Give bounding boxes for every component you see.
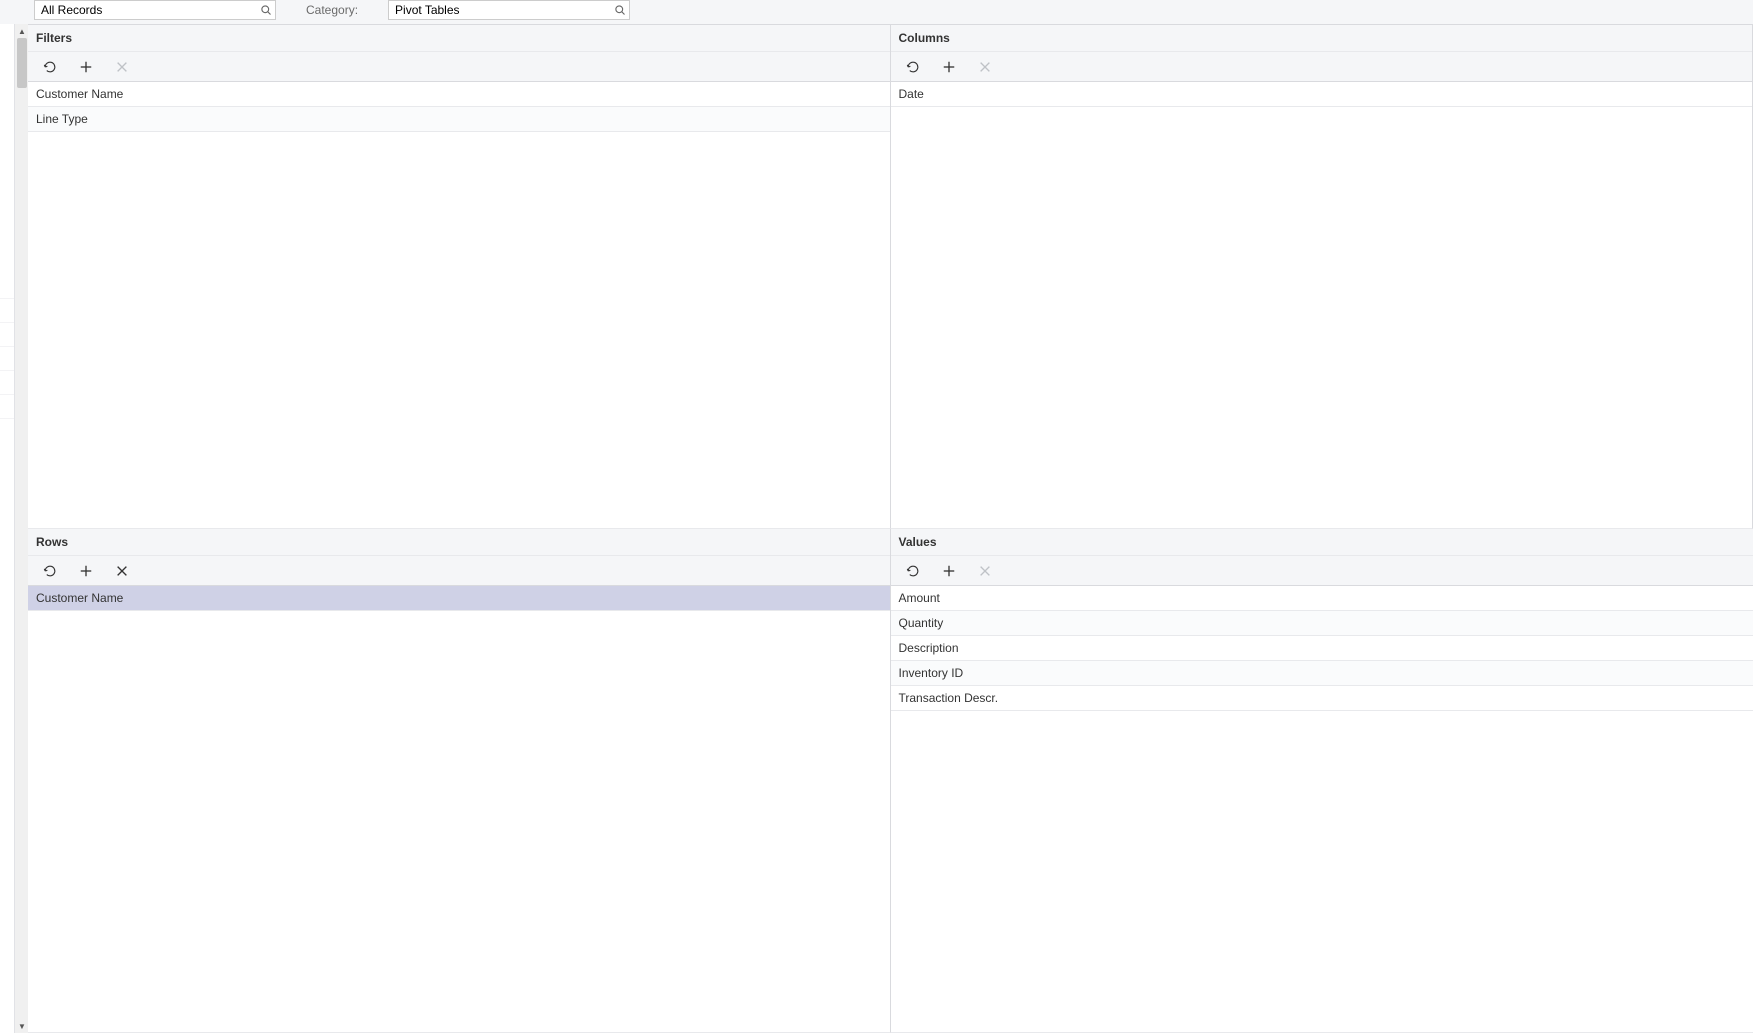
- delete-icon: [977, 563, 993, 579]
- scroll-down-icon[interactable]: ▼: [15, 1019, 29, 1033]
- list-item[interactable]: Inventory ID: [891, 661, 1753, 686]
- refresh-icon[interactable]: [42, 563, 58, 579]
- left-sidebar: ▲ ▼: [0, 24, 28, 1033]
- add-icon[interactable]: [941, 563, 957, 579]
- scroll-thumb[interactable]: [17, 38, 27, 88]
- left-lines: [0, 298, 14, 442]
- add-icon[interactable]: [78, 563, 94, 579]
- rows-panel: Rows Customer Name: [28, 529, 891, 1033]
- values-header: Values: [891, 529, 1753, 556]
- category-input-wrapper: [388, 0, 630, 20]
- filters-header: Filters: [28, 25, 890, 52]
- columns-body: Date: [891, 82, 1753, 528]
- delete-icon: [977, 59, 993, 75]
- search-icon[interactable]: [260, 4, 272, 16]
- refresh-icon[interactable]: [905, 59, 921, 75]
- delete-icon: [114, 59, 130, 75]
- rows-header: Rows: [28, 529, 890, 556]
- list-item[interactable]: Line Type: [28, 107, 890, 132]
- list-item[interactable]: Quantity: [891, 611, 1753, 636]
- records-input[interactable]: [34, 0, 276, 20]
- main-grid: Filters Customer NameLine Type Columns: [28, 24, 1753, 1033]
- search-icon[interactable]: [614, 4, 626, 16]
- filters-body: Customer NameLine Type: [28, 82, 890, 528]
- list-item[interactable]: Description: [891, 636, 1753, 661]
- rows-toolbar: [28, 556, 890, 586]
- list-item[interactable]: Customer Name: [28, 586, 890, 611]
- add-icon[interactable]: [941, 59, 957, 75]
- category-input[interactable]: [388, 0, 630, 20]
- list-item[interactable]: Amount: [891, 586, 1753, 611]
- list-item[interactable]: Customer Name: [28, 82, 890, 107]
- sidebar-scrollbar[interactable]: ▲ ▼: [14, 24, 28, 1033]
- filters-panel: Filters Customer NameLine Type: [28, 25, 891, 529]
- values-panel: Values AmountQuantityDescriptionInventor…: [891, 529, 1753, 1033]
- scroll-up-icon[interactable]: ▲: [15, 24, 29, 38]
- refresh-icon[interactable]: [42, 59, 58, 75]
- category-label: Category:: [306, 3, 358, 17]
- columns-toolbar: [891, 52, 1753, 82]
- refresh-icon[interactable]: [905, 563, 921, 579]
- rows-body: Customer Name: [28, 586, 890, 1032]
- list-item[interactable]: Transaction Descr.: [891, 686, 1753, 711]
- delete-icon[interactable]: [114, 563, 130, 579]
- filters-toolbar: [28, 52, 890, 82]
- add-icon[interactable]: [78, 59, 94, 75]
- records-input-wrapper: [34, 0, 276, 20]
- columns-header: Columns: [891, 25, 1753, 52]
- list-item[interactable]: Date: [891, 82, 1753, 107]
- values-body: AmountQuantityDescriptionInventory IDTra…: [891, 586, 1753, 1032]
- columns-panel: Columns Date: [891, 25, 1753, 529]
- top-bar: Category:: [0, 0, 1753, 24]
- values-toolbar: [891, 556, 1753, 586]
